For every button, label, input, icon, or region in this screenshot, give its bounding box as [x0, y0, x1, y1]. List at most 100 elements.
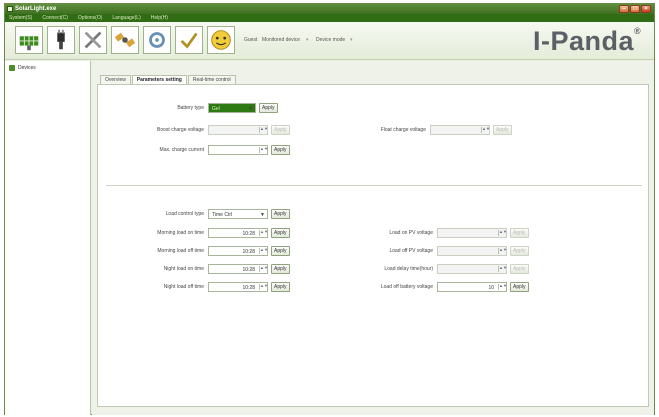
spinner-icon[interactable]: ▲▼: [259, 284, 268, 290]
night-off-field[interactable]: 10:28 ▲▼: [208, 282, 268, 292]
main-area: Overview Parameters setting Real-time co…: [92, 61, 654, 415]
boost-voltage-field[interactable]: ▲▼: [208, 125, 268, 135]
app-icon: [7, 6, 13, 12]
load-off-pv-label: Load off PV voltage: [389, 248, 433, 254]
spinner-icon[interactable]: ▲▼: [481, 127, 490, 133]
title-bar: SolarLight.exe – □ ×: [5, 4, 654, 14]
menu-connect[interactable]: Connect(C): [42, 15, 68, 21]
night-off-apply-button[interactable]: Apply: [271, 282, 290, 292]
window-title: SolarLight.exe: [15, 6, 57, 12]
satellite-icon[interactable]: [111, 26, 139, 54]
night-on-label: Night load on time: [163, 266, 204, 272]
brand-name: I-Panda: [533, 26, 635, 56]
sidebar-item-label: Devices: [18, 65, 36, 71]
spinner-icon[interactable]: ▲▼: [259, 147, 268, 153]
menu-options[interactable]: Options(O): [78, 15, 102, 21]
spinner-icon[interactable]: ▲▼: [259, 230, 268, 236]
sidebar: Devices: [5, 61, 91, 415]
spinner-icon[interactable]: ▲▼: [259, 248, 268, 254]
night-on-apply-button[interactable]: Apply: [271, 264, 290, 274]
spinner-icon[interactable]: ▲▼: [498, 284, 507, 290]
load-on-pv-label: Load on PV voltage: [389, 230, 433, 236]
load-off-battery-value: 10: [488, 285, 494, 291]
sidebar-item-devices[interactable]: Devices: [9, 65, 36, 71]
night-on-field[interactable]: 10:28 ▲▼: [208, 264, 268, 274]
load-control-type-value: Time Ctrl: [212, 212, 233, 218]
close-icon[interactable]: ×: [641, 5, 651, 13]
night-off-label: Night load off time: [163, 284, 204, 290]
menu-system[interactable]: System(S): [9, 15, 32, 21]
spinner-icon[interactable]: ▲▼: [498, 230, 507, 236]
morning-off-label: Morning load off time: [157, 248, 204, 254]
morning-on-apply-button[interactable]: Apply: [271, 228, 290, 238]
load-on-pv-apply-button[interactable]: Apply: [510, 228, 529, 238]
load-control-type-label: Load control type: [165, 211, 204, 217]
smiley-icon[interactable]: [207, 26, 235, 54]
menu-help[interactable]: Help(H): [151, 15, 168, 21]
section-divider: [106, 185, 642, 186]
morning-off-value: 10:28: [242, 249, 255, 255]
morning-on-label: Morning load on time: [157, 230, 204, 236]
night-on-value: 10:28: [242, 267, 255, 273]
morning-off-field[interactable]: 10:28 ▲▼: [208, 246, 268, 256]
window-controls: – □ ×: [619, 5, 651, 13]
load-off-pv-field[interactable]: ▲▼: [437, 246, 507, 256]
chevron-down-icon: ▾: [306, 37, 309, 43]
battery-type-value: Gel: [212, 106, 220, 112]
load-control-type-apply-button[interactable]: Apply: [271, 209, 290, 219]
load-delay-label: Load delay time(hour): [384, 266, 433, 272]
load-delay-field[interactable]: ▲▼: [437, 264, 507, 274]
tab-parameters-setting[interactable]: Parameters setting: [131, 75, 187, 84]
toolbar: Guest Monitored device ▾ Device mode ▾ I…: [5, 22, 654, 60]
tab-realtime-control[interactable]: Real-time control: [187, 75, 236, 84]
battery-type-select[interactable]: Gel ▼: [208, 103, 256, 113]
spinner-icon[interactable]: ▲▼: [259, 266, 268, 272]
max-current-label: Max. charge current: [159, 147, 204, 153]
maximize-icon[interactable]: □: [630, 5, 640, 13]
battery-type-apply-button[interactable]: Apply: [259, 103, 278, 113]
tab-bar: Overview Parameters setting Real-time co…: [100, 75, 236, 84]
app-window: SolarLight.exe – □ × System(S) Connect(C…: [4, 3, 655, 415]
battery-type-label: Battery type: [177, 105, 204, 111]
spinner-icon[interactable]: ▲▼: [498, 266, 507, 272]
load-control-type-select[interactable]: Time Ctrl ▼: [208, 209, 268, 219]
max-current-apply-button[interactable]: Apply: [271, 145, 290, 155]
tab-overview[interactable]: Overview: [100, 75, 131, 84]
settings-icon[interactable]: [143, 26, 171, 54]
chevron-down-icon: ▾: [350, 37, 353, 43]
menu-language[interactable]: Language(L): [112, 15, 140, 21]
solar-panel-icon[interactable]: [15, 26, 43, 54]
spinner-icon[interactable]: ▲▼: [259, 127, 268, 133]
load-off-battery-field[interactable]: 10 ▲▼: [437, 282, 507, 292]
float-voltage-apply-button[interactable]: Apply: [493, 125, 512, 135]
chevron-down-icon: ▼: [248, 106, 253, 112]
morning-on-value: 10:28: [242, 231, 255, 237]
morning-on-field[interactable]: 10:28 ▲▼: [208, 228, 268, 238]
load-off-battery-apply-button[interactable]: Apply: [510, 282, 529, 292]
device-mode-selector[interactable]: Device mode: [316, 37, 345, 43]
load-on-pv-field[interactable]: ▲▼: [437, 228, 507, 238]
night-off-value: 10:28: [242, 285, 255, 291]
load-delay-apply-button[interactable]: Apply: [510, 264, 529, 274]
morning-off-apply-button[interactable]: Apply: [271, 246, 290, 256]
wrench-icon[interactable]: [79, 26, 107, 54]
boost-voltage-label: Boost charge voltage: [157, 127, 204, 133]
brand-logo: I-Panda®: [533, 26, 641, 57]
monitored-device-selector[interactable]: Monitored device: [262, 37, 300, 43]
boost-voltage-apply-button[interactable]: Apply: [271, 125, 290, 135]
cable-icon[interactable]: [47, 26, 75, 54]
float-voltage-field[interactable]: ▲▼: [430, 125, 490, 135]
devices-icon: [9, 65, 15, 71]
user-label: Guest: [244, 37, 258, 43]
brand-mark: ®: [634, 26, 642, 36]
load-off-battery-label: Load off battery voltage: [380, 284, 433, 290]
max-current-field[interactable]: ▲▼: [208, 145, 268, 155]
float-voltage-label: Float charge voltage: [380, 127, 426, 133]
parameters-panel: Battery type Gel ▼ Apply Boost charge vo…: [97, 84, 649, 407]
spinner-icon[interactable]: ▲▼: [498, 248, 507, 254]
menu-bar: System(S) Connect(C) Options(O) Language…: [5, 14, 654, 22]
minimize-icon[interactable]: –: [619, 5, 629, 13]
chevron-down-icon: ▼: [260, 212, 265, 218]
check-icon[interactable]: [175, 26, 203, 54]
load-off-pv-apply-button[interactable]: Apply: [510, 246, 529, 256]
